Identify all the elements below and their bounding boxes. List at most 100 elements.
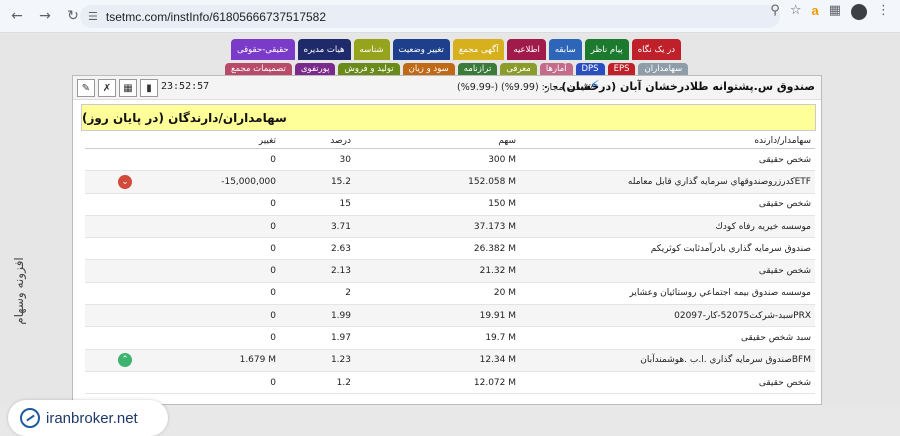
share-cell: 12.34 M xyxy=(355,349,520,372)
holder-cell[interactable]: موسسه صندوق بيمه اجتماعي روستائيان وعشاي… xyxy=(520,282,815,306)
menu-secondary-tab-4[interactable]: معرفی xyxy=(500,63,537,75)
address-bar[interactable]: ☰ tsetmc.com/instInfo/61805666737517582 xyxy=(80,5,780,28)
row-arrow-cell xyxy=(85,148,165,172)
chevron-down-icon[interactable]: ⌄ xyxy=(118,174,132,189)
share-cell: 20 M xyxy=(355,282,520,306)
menu-secondary-tab-9[interactable]: تصمیمات مجمع xyxy=(225,63,292,75)
change-cell: 0 xyxy=(165,259,280,283)
change-cell: 1.679 M xyxy=(165,349,280,372)
bookmark-star-icon[interactable]: ☆ xyxy=(790,3,802,20)
percent-cell: 30 xyxy=(280,148,355,172)
menu-primary-tab-8[interactable]: حقیقی-حقوقی xyxy=(231,39,295,60)
share-cell: 37.173 M xyxy=(355,215,520,239)
chevron-up-icon[interactable]: ⌃ xyxy=(118,353,132,368)
share-cell: 300 M xyxy=(355,148,520,172)
share-cell: 19.91 M xyxy=(355,304,520,328)
menu-secondary-tab-0[interactable]: سهامداران xyxy=(638,63,689,75)
table-row[interactable]: 0 1.99 19.91 M PRXسبد-شرکت52075-کار-02097 xyxy=(85,304,815,328)
header-share: سهم xyxy=(355,134,520,149)
holder-cell[interactable]: BFMصندوق سرمايه گذاري .ا.ب .هوشمندآبان xyxy=(520,349,815,372)
menu-secondary-tab-8[interactable]: پورتفوی xyxy=(294,63,336,75)
table-row[interactable]: 0 2.63 26.382 M صندوق سرمايه گذاري بادرآمدث… xyxy=(85,237,815,261)
share-cell: 150 M xyxy=(355,193,520,216)
chart-bars-icon[interactable]: ▮ xyxy=(140,79,158,97)
share-cell: 152.058 M xyxy=(355,170,520,194)
table-row[interactable]: 0 15 150 M شخص حقیقی xyxy=(85,193,815,216)
zoom-icon[interactable]: ⚲ xyxy=(770,3,780,20)
holder-cell[interactable]: سبد شخص حقیقی xyxy=(520,326,815,350)
share-cell: 21.32 M xyxy=(355,259,520,283)
percent-cell: 1.97 xyxy=(280,326,355,350)
site-info-icon[interactable]: ☰ xyxy=(88,10,98,23)
change-cell: -15,000,000 xyxy=(165,170,280,194)
panel-header: ✎ ✗ ▦ ▮ 23:52:57 ٪قیمت مجاز: (9.99%) (-9… xyxy=(73,76,821,100)
menu-primary-tab-5[interactable]: تغییر وضعیت xyxy=(392,39,450,60)
menu-primary-tab-4[interactable]: آگهی مجمع xyxy=(452,39,505,60)
menu-primary-tab-0[interactable]: در یک نگاه xyxy=(631,39,682,60)
menu-secondary-tab-6[interactable]: سود و زیان xyxy=(402,63,455,75)
profile-avatar-icon[interactable] xyxy=(851,4,867,20)
row-arrow-cell: ⌄ xyxy=(85,170,165,194)
change-cell: 0 xyxy=(165,148,280,172)
browser-toolbar: ← → ↻ ☰ tsetmc.com/instInfo/618056667375… xyxy=(0,0,900,33)
header-holder: سهامدار/دارنده xyxy=(520,134,815,149)
table-row[interactable]: 0 3.71 37.173 M موسسه خيريه رفاه كودك xyxy=(85,215,815,239)
iranbroker-watermark: iranbroker.net xyxy=(8,400,168,436)
menu-primary-tab-2[interactable]: سابقه xyxy=(548,39,582,60)
table-row[interactable]: ⌃ 1.679 M 1.23 12.34 M BFMصندوق سرمايه گذاري… xyxy=(85,349,815,372)
menu-secondary-tab-1[interactable]: EPS xyxy=(607,63,636,75)
holder-cell[interactable]: PRXسبد-شرکت52075-کار-02097 xyxy=(520,304,815,328)
percent-cell: 1.23 xyxy=(280,349,355,372)
side-extension-label[interactable]: افزونه وسهام xyxy=(12,256,26,326)
percent-cell: 2.63 xyxy=(280,237,355,261)
menu-primary-tab-3[interactable]: اطلاعیه xyxy=(507,39,546,60)
holder-cell[interactable]: شخص حقیقی xyxy=(520,371,815,395)
instrument-panel: ✎ ✗ ▦ ▮ 23:52:57 ٪قیمت مجاز: (9.99%) (-9… xyxy=(72,75,822,405)
back-icon[interactable]: ← xyxy=(6,5,28,27)
table-row[interactable]: 0 30 300 M شخص حقیقی xyxy=(85,148,815,172)
holder-cell[interactable]: موسسه خيريه رفاه كودك xyxy=(520,215,815,239)
instrument-title: صندوق س.پشتوانه طلادرخشان آبان (درخشان) … xyxy=(542,80,815,93)
url-text: tsetmc.com/instInfo/61805666737517582 xyxy=(105,9,327,24)
holder-cell[interactable]: شخص حقیقی xyxy=(520,259,815,283)
table-row[interactable]: ⌄ -15,000,000 15.2 152.058 M ETFکدرزروصندوقه… xyxy=(85,170,815,194)
share-cell: 26.382 M xyxy=(355,237,520,261)
holder-cell[interactable]: شخص حقیقی xyxy=(520,148,815,172)
extensions-puzzle-icon[interactable]: ▦ xyxy=(829,3,841,20)
table-row[interactable]: 0 1.2 12.072 M شخص حقیقی xyxy=(85,371,815,395)
change-cell: 0 xyxy=(165,371,280,395)
percent-cell: 3.71 xyxy=(280,215,355,239)
percent-cell: 15 xyxy=(280,193,355,216)
holder-cell[interactable]: صندوق سرمايه گذاري بادرآمدثابت كوثريكم xyxy=(520,237,815,261)
menu-primary-tab-1[interactable]: پیام ناظر xyxy=(584,39,629,60)
forward-icon[interactable]: → xyxy=(34,5,56,27)
menu-primary-tab-7[interactable]: هیات مدیره xyxy=(297,39,351,60)
menu-kebab-icon[interactable]: ⋮ xyxy=(877,3,890,20)
table-view-icon[interactable]: ▦ xyxy=(119,79,137,97)
change-cell: 0 xyxy=(165,282,280,306)
change-cell: 0 xyxy=(165,304,280,328)
row-arrow-cell: ⌃ xyxy=(85,349,165,372)
section-title: سهامداران/دارندگان (در پایان روز) xyxy=(81,104,816,131)
percent-cell: 2.13 xyxy=(280,259,355,283)
menu-primary-tab-6[interactable]: شناسه xyxy=(353,39,390,60)
menu-secondary-tab-5[interactable]: ترازنامه xyxy=(457,63,498,75)
table-row[interactable]: 0 1.97 19.7 M سبد شخص حقیقی xyxy=(85,326,815,350)
clock-time: 23:52:57 xyxy=(161,81,210,92)
row-arrow-cell xyxy=(85,371,165,395)
holder-cell[interactable]: شخص حقیقی xyxy=(520,193,815,216)
table-row[interactable]: 0 2.13 21.32 M شخص حقیقی xyxy=(85,259,815,283)
row-arrow-cell xyxy=(85,215,165,239)
menu-secondary-tab-2[interactable]: DPS xyxy=(575,63,605,75)
extension-a-icon[interactable]: a xyxy=(811,3,818,20)
share-cell: 12.072 M xyxy=(355,371,520,395)
holder-cell[interactable]: ETFکدرزروصندوقهاي سرمايه گذاري قابل معام… xyxy=(520,170,815,194)
menu-secondary-tab-7[interactable]: تولید و فروش xyxy=(338,63,400,75)
table-row[interactable]: 0 2 20 M موسسه صندوق بيمه اجتماعي روستائيان… xyxy=(85,282,815,306)
row-arrow-cell xyxy=(85,237,165,261)
edit-note-icon[interactable]: ✎ xyxy=(77,79,95,97)
menu-secondary-tab-3[interactable]: آمارها xyxy=(539,63,573,75)
percent-cell: 1.2 xyxy=(280,371,355,395)
table-header-row: تغییر درصد سهم سهامدار/دارنده xyxy=(85,134,815,149)
tools-icon[interactable]: ✗ xyxy=(98,79,116,97)
